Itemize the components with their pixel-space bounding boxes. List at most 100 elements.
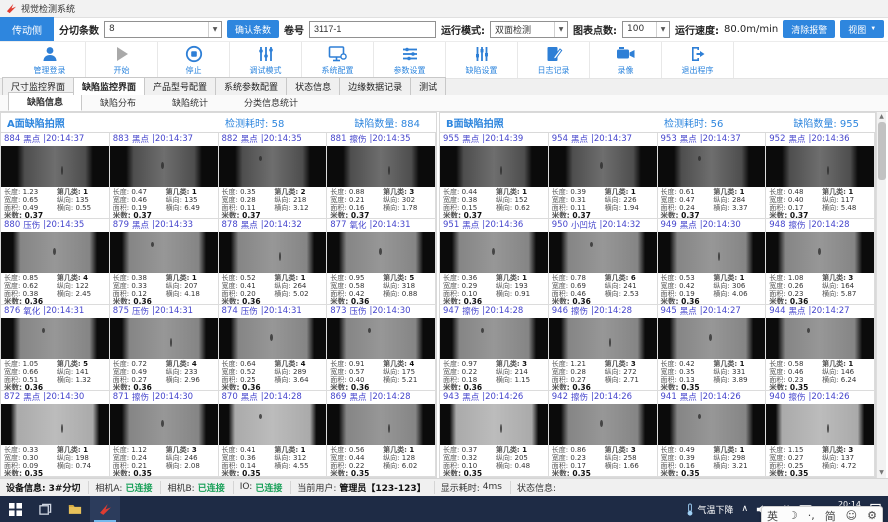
tab-edge-data[interactable]: 边缘数据记录: [339, 77, 411, 95]
param-settings-button[interactable]: 参数设置: [374, 42, 446, 78]
ime-fullhalf-moon-icon[interactable]: ☽: [788, 509, 798, 522]
tab-defect-monitor[interactable]: 缺陷监控界面: [73, 77, 145, 95]
defect-cell[interactable]: 869黑点|20:14:28长度: 0.56宽度: 0.44面积: 0.22第几…: [327, 391, 436, 477]
defect-image[interactable]: [219, 404, 327, 445]
defect-cell[interactable]: 941黑点|20:14:26长度: 0.49宽度: 0.39面积: 0.16第几…: [658, 391, 767, 477]
defect-cell[interactable]: 873压伤|20:14:30长度: 0.91宽度: 0.57面积: 0.40第几…: [327, 305, 436, 391]
defect-cell[interactable]: 875压伤|20:14:31长度: 0.72宽度: 0.49面积: 0.27第几…: [110, 305, 219, 391]
defect-cell[interactable]: 955黑点|20:14:39长度: 0.44宽度: 0.38面积: 0.15第几…: [440, 133, 549, 219]
stop-button[interactable]: 停止: [158, 42, 230, 78]
chart-points-select[interactable]: 100▼: [622, 21, 670, 38]
defect-image[interactable]: [1, 232, 109, 273]
defect-image[interactable]: [549, 146, 657, 187]
ime-emoji-icon[interactable]: ☺: [846, 509, 857, 522]
defect-image[interactable]: [766, 318, 874, 359]
defect-cell[interactable]: 881擦伤|20:14:35长度: 0.88宽度: 0.21面积: 0.16第几…: [327, 133, 436, 219]
tray-expand-chevron-icon[interactable]: ∧: [741, 504, 748, 514]
defect-settings-button[interactable]: 缺陷设置: [446, 42, 518, 78]
defect-image[interactable]: [658, 404, 766, 445]
defect-cell[interactable]: 876氧化|20:14:31长度: 1.05宽度: 0.66面积: 0.51第几…: [1, 305, 110, 391]
defect-image[interactable]: [440, 318, 548, 359]
detection-app-taskbar-button[interactable]: [90, 496, 120, 522]
defect-cell[interactable]: 874压伤|20:14:31长度: 0.64宽度: 0.52面积: 0.25第几…: [219, 305, 328, 391]
clear-alarm-button[interactable]: 清除报警: [783, 20, 835, 38]
defect-cell[interactable]: 944黑点|20:14:27长度: 0.58宽度: 0.46面积: 0.23第几…: [766, 305, 875, 391]
ime-simplified-toggle[interactable]: 简: [825, 508, 836, 522]
defect-cell[interactable]: 884黑点|20:14:37长度: 1.23宽度: 0.65面积: 0.49第几…: [1, 133, 110, 219]
defect-cell[interactable]: 940擦伤|20:14:26长度: 1.15宽度: 0.27面积: 0.25第几…: [766, 391, 875, 477]
subtab-defect-stats[interactable]: 缺陷统计: [154, 94, 226, 111]
system-config-button[interactable]: 系统配置: [302, 42, 374, 78]
defect-image[interactable]: [219, 318, 327, 359]
scroll-up-icon[interactable]: ▲: [879, 112, 884, 122]
defect-cell[interactable]: 942擦伤|20:14:26长度: 0.86宽度: 0.23面积: 0.17第几…: [549, 391, 658, 477]
defect-image[interactable]: [219, 146, 327, 187]
scroll-down-icon[interactable]: ▼: [879, 468, 884, 478]
record-button[interactable]: 录像: [590, 42, 662, 78]
defect-image[interactable]: [1, 146, 109, 187]
tab-status-info[interactable]: 状态信息: [286, 77, 340, 95]
ime-language-toggle[interactable]: 英: [767, 508, 778, 522]
defect-cell[interactable]: 882黑点|20:14:35长度: 0.35宽度: 0.28面积: 0.11第几…: [219, 133, 328, 219]
start-button[interactable]: 开始: [86, 42, 158, 78]
slit-count-select[interactable]: 8▼: [104, 21, 222, 38]
defect-cell[interactable]: 953黑点|20:14:37长度: 0.61宽度: 0.47面积: 0.24第几…: [658, 133, 767, 219]
defect-image[interactable]: [549, 404, 657, 445]
defect-cell[interactable]: 943黑点|20:14:26长度: 0.37宽度: 0.32面积: 0.10第几…: [440, 391, 549, 477]
tab-product-model[interactable]: 产品型号配置: [144, 77, 216, 95]
defect-cell[interactable]: 949黑点|20:14:30长度: 0.53宽度: 0.42面积: 0.19第几…: [658, 219, 767, 305]
roll-number-input[interactable]: [309, 21, 436, 38]
subtab-defect-info[interactable]: 缺陷信息: [8, 92, 82, 111]
defect-cell[interactable]: 879黑点|20:14:33长度: 0.38宽度: 0.33面积: 0.12第几…: [110, 219, 219, 305]
tab-system-params[interactable]: 系统参数配置: [215, 77, 287, 95]
defect-cell[interactable]: 870黑点|20:14:28长度: 0.41宽度: 0.36面积: 0.14第几…: [219, 391, 328, 477]
scrollbar-thumb[interactable]: [878, 122, 886, 180]
run-mode-select[interactable]: 双面检测▼: [490, 21, 568, 38]
ime-punctuation-icon[interactable]: ·,: [808, 509, 815, 522]
defect-image[interactable]: [766, 232, 874, 273]
defect-cell[interactable]: 951黑点|20:14:36长度: 0.36宽度: 0.29面积: 0.10第几…: [440, 219, 549, 305]
defect-image[interactable]: [110, 318, 218, 359]
defect-cell[interactable]: 946擦伤|20:14:28长度: 1.21宽度: 0.28面积: 0.27第几…: [549, 305, 658, 391]
defect-image[interactable]: [658, 146, 766, 187]
admin-login-button[interactable]: 管理登录: [14, 42, 86, 78]
defect-image[interactable]: [440, 404, 548, 445]
file-explorer-button[interactable]: [60, 496, 90, 522]
log-record-button[interactable]: 日志记录: [518, 42, 590, 78]
defect-image[interactable]: [219, 232, 327, 273]
vertical-scrollbar[interactable]: ▲ ▼: [876, 112, 886, 478]
task-view-button[interactable]: [30, 496, 60, 522]
defect-image[interactable]: [110, 146, 218, 187]
defect-image[interactable]: [110, 232, 218, 273]
debug-mode-button[interactable]: 调试模式: [230, 42, 302, 78]
tab-test[interactable]: 测试: [410, 77, 446, 95]
defect-image[interactable]: [658, 318, 766, 359]
defect-image[interactable]: [1, 318, 109, 359]
defect-image[interactable]: [1, 404, 109, 445]
defect-cell[interactable]: 880压伤|20:14:35长度: 0.85宽度: 0.62面积: 0.38第几…: [1, 219, 110, 305]
defect-cell[interactable]: 878黑点|20:14:32长度: 0.52宽度: 0.41面积: 0.20第几…: [219, 219, 328, 305]
defect-image[interactable]: [766, 404, 874, 445]
defect-image[interactable]: [549, 318, 657, 359]
ime-settings-gear-icon[interactable]: ⚙: [867, 509, 877, 522]
defect-cell[interactable]: 945黑点|20:14:27长度: 0.42宽度: 0.35面积: 0.13第几…: [658, 305, 767, 391]
defect-cell[interactable]: 883黑点|20:14:37长度: 0.47宽度: 0.46面积: 0.19第几…: [110, 133, 219, 219]
defect-cell[interactable]: 947擦伤|20:14:28长度: 0.97宽度: 0.22面积: 0.18第几…: [440, 305, 549, 391]
defect-cell[interactable]: 950小凹坑|20:14:32长度: 0.78宽度: 0.69面积: 0.46第…: [549, 219, 658, 305]
weather-tray-item[interactable]: 气温下降: [686, 503, 733, 516]
defect-cell[interactable]: 952黑点|20:14:36长度: 0.48宽度: 0.40面积: 0.17第几…: [766, 133, 875, 219]
defect-image[interactable]: [110, 404, 218, 445]
defect-image[interactable]: [766, 146, 874, 187]
view-menu-button[interactable]: 视图▼: [840, 20, 884, 38]
defect-cell[interactable]: 871擦伤|20:14:30长度: 1.12宽度: 0.24面积: 0.21第几…: [110, 391, 219, 477]
defect-cell[interactable]: 877氧化|20:14:31长度: 0.95宽度: 0.58面积: 0.42第几…: [327, 219, 436, 305]
defect-image[interactable]: [327, 232, 435, 273]
subtab-defect-distribution[interactable]: 缺陷分布: [82, 94, 154, 111]
defect-image[interactable]: [440, 146, 548, 187]
defect-cell[interactable]: 948擦伤|20:14:28长度: 1.08宽度: 0.26面积: 0.23第几…: [766, 219, 875, 305]
exit-button[interactable]: 退出程序: [662, 42, 734, 78]
confirm-count-button[interactable]: 确认条数: [227, 20, 279, 38]
defect-cell[interactable]: 872黑点|20:14:30长度: 0.33宽度: 0.30面积: 0.09第几…: [1, 391, 110, 477]
defect-cell[interactable]: 954黑点|20:14:37长度: 0.39宽度: 0.31面积: 0.11第几…: [549, 133, 658, 219]
defect-image[interactable]: [658, 232, 766, 273]
